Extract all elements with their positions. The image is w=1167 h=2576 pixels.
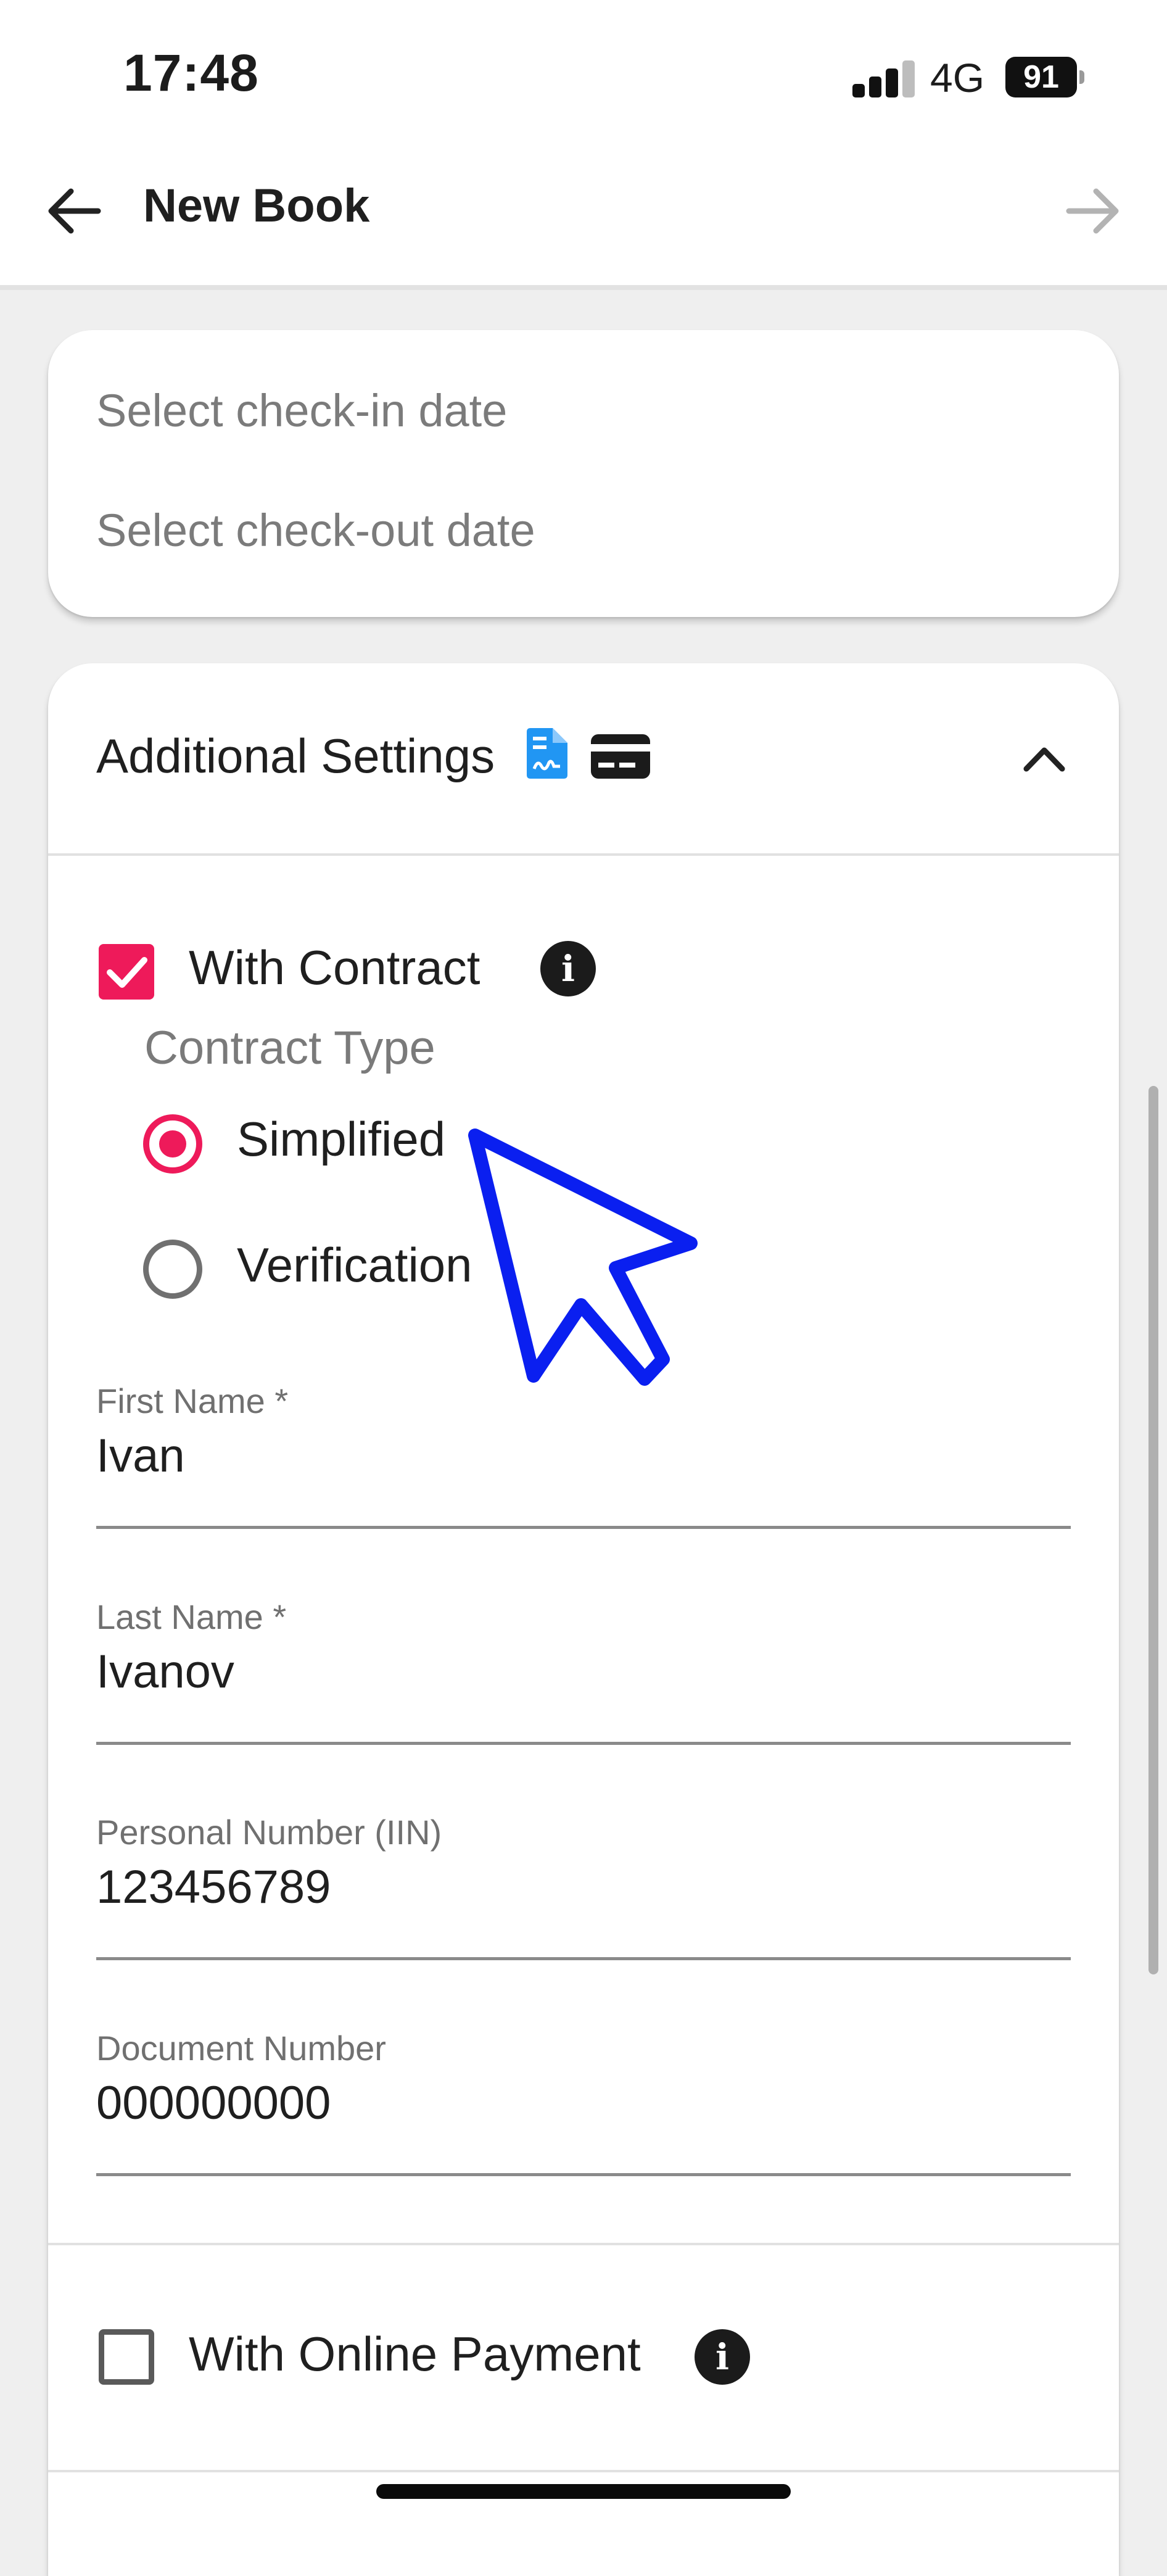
first-name-field[interactable]: First Name * Ivan (96, 1381, 1071, 1529)
last-name-label: Last Name * (96, 1597, 287, 1636)
page-title: New Book (143, 180, 370, 232)
personal-number-value: 123456789 (96, 1861, 331, 1913)
personal-number-field[interactable]: Personal Number (IIN) 123456789 (96, 1812, 1071, 1960)
pointer-cursor-icon (468, 1129, 698, 1386)
last-name-value: Ivanov (96, 1646, 234, 1698)
document-icon (527, 728, 567, 779)
credit-card-icon (591, 734, 650, 779)
with-contract-label: With Contract (189, 940, 480, 995)
info-icon[interactable]: i (695, 2329, 750, 2385)
first-name-label: First Name * (96, 1381, 289, 1420)
next-button[interactable] (1056, 174, 1130, 248)
additional-settings-title: Additional Settings (96, 729, 495, 783)
document-number-field[interactable]: Document Number 000000000 (96, 2028, 1071, 2176)
with-online-payment-checkbox[interactable] (99, 2329, 154, 2385)
with-online-payment-label: With Online Payment (189, 2327, 641, 2381)
collapse-button[interactable] (1010, 725, 1078, 793)
cellular-signal-icon (852, 60, 915, 97)
scrollbar[interactable] (1148, 1086, 1158, 1974)
additional-settings-card: Additional Settings With Contract i Cont… (48, 663, 1119, 2576)
clock: 17:48 (123, 44, 259, 102)
personal-number-label: Personal Number (IIN) (96, 1813, 442, 1852)
arrow-left-icon (48, 188, 101, 234)
last-name-field[interactable]: Last Name * Ivanov (96, 1597, 1071, 1745)
battery-level: 91 (1005, 57, 1077, 97)
section-divider (48, 2470, 1119, 2472)
radio-simplified-label: Simplified (237, 1112, 446, 1166)
back-button[interactable] (37, 174, 111, 248)
arrow-right-icon (1066, 188, 1119, 234)
with-contract-checkbox[interactable] (99, 944, 154, 1000)
first-name-value: Ivan (96, 1430, 185, 1482)
checkout-date-field[interactable]: Select check-out date (96, 504, 535, 557)
radio-verification-label: Verification (237, 1238, 472, 1292)
checkin-date-field[interactable]: Select check-in date (96, 384, 507, 437)
document-number-label: Document Number (96, 2029, 386, 2068)
battery-icon: 91 (1005, 57, 1086, 97)
additional-settings-header[interactable]: Additional Settings (48, 663, 1119, 856)
radio-simplified[interactable] (143, 1114, 202, 1174)
chevron-up-icon (1023, 747, 1065, 772)
radio-verification[interactable] (143, 1240, 202, 1299)
document-number-value: 000000000 (96, 2077, 331, 2129)
status-bar: 17:48 4G 91 (0, 0, 1167, 154)
contract-type-heading: Contract Type (144, 1022, 435, 1074)
home-indicator (376, 2484, 791, 2499)
section-divider (48, 2243, 1119, 2245)
checkmark-icon (107, 957, 147, 988)
info-icon[interactable]: i (540, 941, 596, 996)
network-type: 4G (930, 55, 985, 101)
app-bar: New Book (0, 154, 1167, 290)
dates-card: Select check-in date Select check-out da… (48, 330, 1119, 617)
